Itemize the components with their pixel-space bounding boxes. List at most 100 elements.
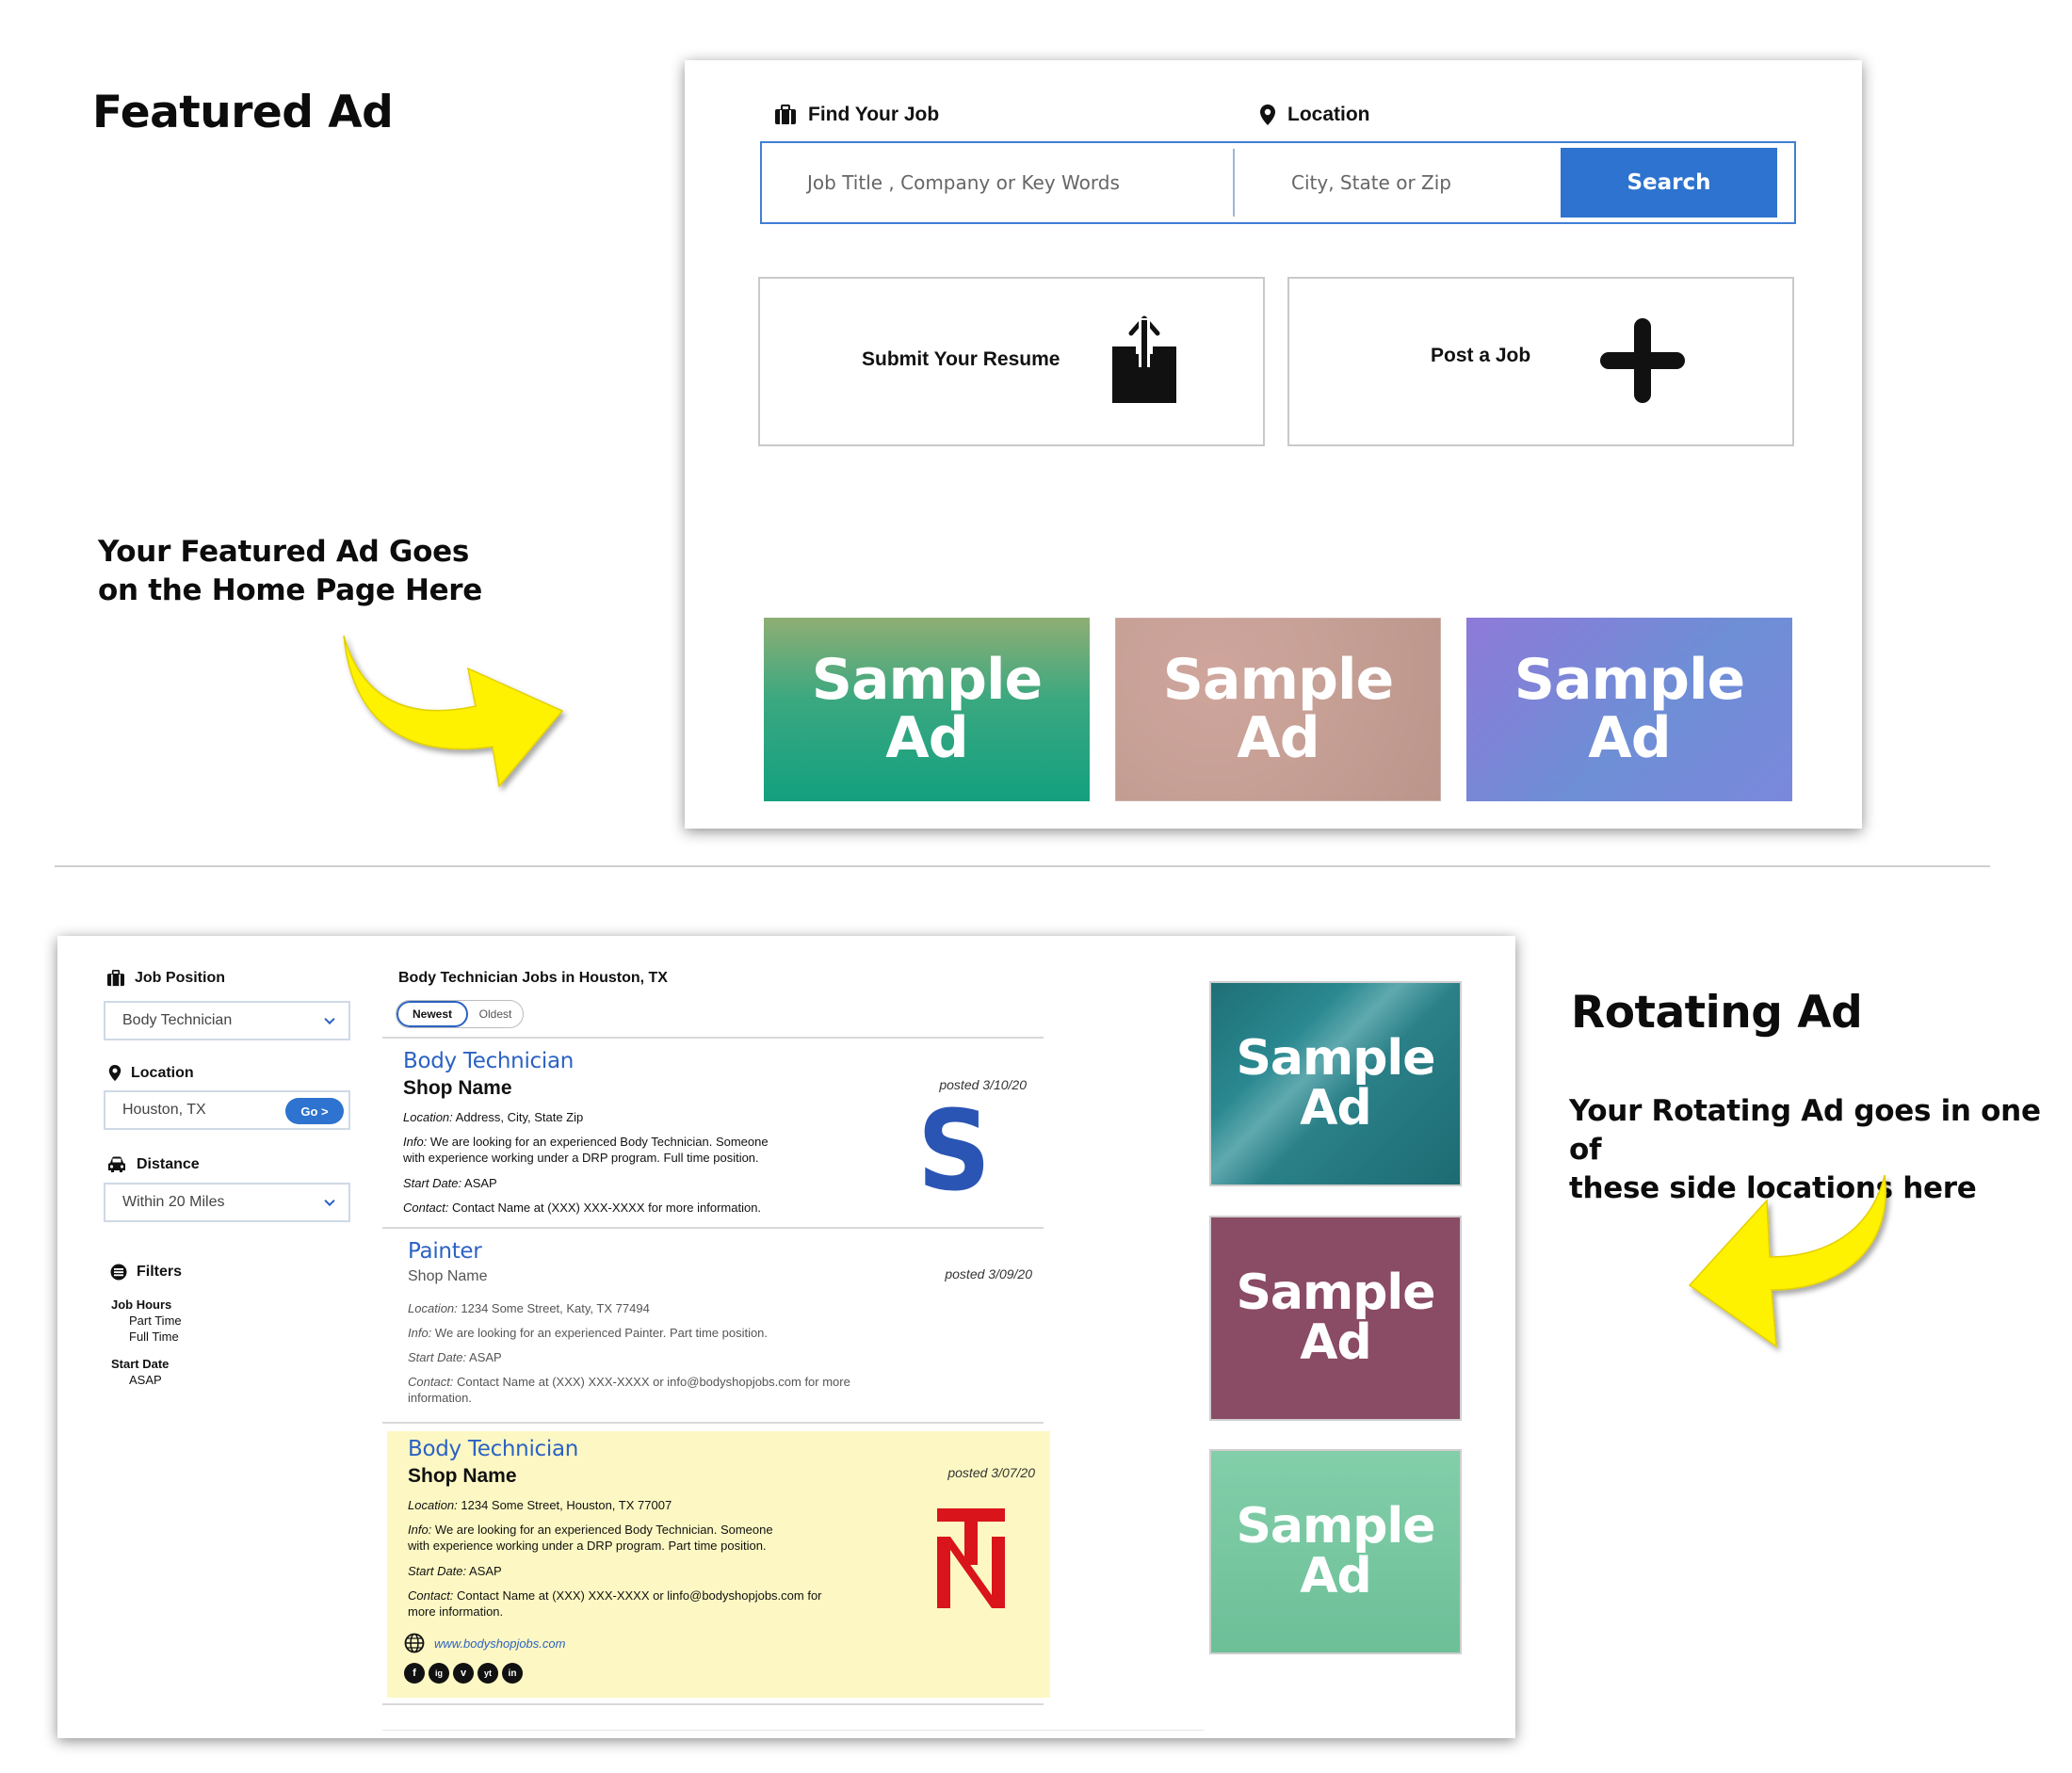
job-info: Info: We are looking for an experienced … [403, 1134, 769, 1166]
sort-oldest-button[interactable]: Oldest [468, 1001, 523, 1027]
job-title[interactable]: Painter [408, 1239, 482, 1264]
start-key: Start Date: [403, 1176, 462, 1190]
results-title: Body Technician Jobs in Houston, TX [398, 970, 668, 986]
side-ad-2[interactable]: Sample Ad [1209, 1216, 1462, 1421]
location-key: Location: [408, 1498, 458, 1512]
instagram-icon[interactable]: ig [429, 1663, 449, 1684]
posted-date: posted 3/07/20 [947, 1465, 1035, 1480]
job-title[interactable]: Body Technician [408, 1437, 578, 1461]
contact-key: Contact: [408, 1588, 454, 1603]
job-position-select[interactable]: Body Technician [104, 1001, 350, 1040]
start-value: ASAP [466, 1564, 502, 1578]
featured-ad-1[interactable]: Sample Ad [764, 618, 1090, 801]
filter-full-time[interactable]: Full Time [129, 1330, 179, 1344]
location-input[interactable]: City, State or Zip [1246, 143, 1557, 222]
job-listing-2[interactable]: Painter Shop Name posted 3/09/20 Locatio… [382, 1229, 1044, 1422]
job-listing-panel: Job Position Body Technician Location Ho… [57, 936, 1515, 1738]
job-listing-1[interactable]: Body Technician Shop Name posted 3/10/20… [382, 1039, 1044, 1227]
job-info: Info: We are looking for an experienced … [408, 1522, 773, 1554]
submit-resume-card[interactable]: Submit Your Resume [758, 277, 1265, 446]
home-search-bar: Job Title , Company or Key Words City, S… [760, 141, 1796, 224]
job-listing-3-featured[interactable]: Body Technician Shop Name posted 3/07/20… [387, 1431, 1050, 1698]
ad-text-line1: Sample [811, 647, 1043, 714]
find-your-job-text: Find Your Job [808, 104, 940, 125]
contact-text: Contact Name at (XXX) XXX-XXXX or linfo@… [453, 1588, 822, 1603]
ad-text-line1: Sample [1236, 1029, 1435, 1087]
job-divider [382, 1703, 1044, 1705]
start-date-title: Start Date [111, 1357, 170, 1371]
distance-value: Within 20 Miles [122, 1194, 225, 1210]
sidebar-location-text: Location [131, 1064, 194, 1081]
contact-key: Contact: [403, 1201, 449, 1215]
distance-select[interactable]: Within 20 Miles [104, 1183, 350, 1222]
panel-footer-line [382, 1730, 1204, 1731]
ad-text-line2: Ad [1237, 704, 1319, 771]
job-keyword-input[interactable]: Job Title , Company or Key Words [762, 143, 1233, 222]
find-your-job-label: Find Your Job [774, 104, 939, 126]
filter-icon [110, 1264, 127, 1281]
social-icons: f ig v yt in [404, 1663, 526, 1684]
filter-asap[interactable]: ASAP [129, 1373, 162, 1387]
featured-ad-3[interactable]: Sample Ad [1466, 618, 1792, 801]
globe-icon [404, 1633, 425, 1653]
job-location: Location: Address, City, State Zip [403, 1109, 583, 1125]
side-ad-3[interactable]: Sample Ad [1209, 1449, 1462, 1654]
filters-text: Filters [137, 1264, 183, 1280]
location-key: Location: [408, 1301, 458, 1315]
job-start-date: Start Date: ASAP [408, 1349, 502, 1365]
rotating-ad-heading: Rotating Ad [1571, 987, 1863, 1039]
featured-ad-2[interactable]: Sample Ad [1115, 618, 1441, 801]
info-text: We are looking for an experienced Painte… [431, 1326, 769, 1340]
ad-text-line2: Ad [1300, 1548, 1371, 1604]
start-key: Start Date: [408, 1564, 467, 1578]
job-location: Location: 1234 Some Street, Katy, TX 774… [408, 1300, 650, 1316]
twitter-icon[interactable]: v [453, 1663, 474, 1684]
search-button[interactable]: Search [1561, 148, 1777, 218]
ad-text-line1: Sample [1236, 1264, 1435, 1321]
ad-text-line1: Sample [1514, 647, 1745, 714]
job-position-text: Job Position [135, 970, 225, 986]
side-ad-1[interactable]: Sample Ad [1209, 981, 1462, 1186]
briefcase-icon [775, 105, 796, 124]
sort-newest-button[interactable]: Newest [397, 1001, 468, 1027]
location-value: 1234 Some Street, Houston, TX 77007 [457, 1498, 672, 1512]
ad-text-line2: Ad [1300, 1080, 1371, 1136]
home-page-panel: Find Your Job Location Job Title , Compa… [685, 60, 1862, 829]
featured-ad-note: Your Featured Ad Goes on the Home Page H… [98, 533, 482, 610]
shop-name: Shop Name [408, 1268, 488, 1284]
job-position-value: Body Technician [122, 1012, 233, 1028]
featured-note-line1: Your Featured Ad Goes [98, 535, 469, 569]
youtube-icon[interactable]: yt [478, 1663, 498, 1684]
ad-text-line2: Ad [885, 704, 968, 771]
job-info: Info: We are looking for an experienced … [408, 1325, 768, 1341]
job-title[interactable]: Body Technician [403, 1049, 574, 1073]
location-key: Location: [403, 1110, 453, 1124]
search-divider [1233, 149, 1235, 217]
section-divider [55, 865, 1990, 867]
map-pin-icon [1260, 105, 1275, 125]
contact-key: Contact: [408, 1375, 454, 1389]
facebook-icon[interactable]: f [404, 1663, 425, 1684]
linkedin-icon[interactable]: in [502, 1663, 523, 1684]
filter-part-time[interactable]: Part Time [129, 1314, 182, 1328]
post-job-card[interactable]: Post a Job [1287, 277, 1794, 446]
job-contact: Contact: Contact Name at (XXX) XXX-XXXX … [408, 1374, 850, 1406]
contact-line2: information. [408, 1391, 472, 1405]
car-icon [108, 1156, 125, 1172]
sidebar-location-value: Houston, TX [122, 1102, 206, 1118]
job-contact: Contact: Contact Name at (XXX) XXX-XXXX … [408, 1588, 822, 1620]
featured-note-line2: on the Home Page Here [98, 573, 483, 607]
rotating-note-line1: Your Rotating Ad goes in one of [1569, 1094, 2041, 1167]
go-button[interactable]: Go > [285, 1098, 344, 1124]
post-job-label: Post a Job [1431, 345, 1531, 366]
job-contact: Contact: Contact Name at (XXX) XXX-XXXX … [403, 1200, 761, 1216]
job-location: Location: 1234 Some Street, Houston, TX … [408, 1497, 672, 1513]
website-link-row[interactable]: www.bodyshopjobs.com [404, 1633, 565, 1653]
featured-ad-heading: Featured Ad [92, 87, 394, 138]
ad-text-line1: Sample [1162, 647, 1394, 714]
info-key: Info: [408, 1326, 432, 1340]
location-value: 1234 Some Street, Katy, TX 77494 [457, 1301, 650, 1315]
tn-logo-icon [937, 1508, 1005, 1608]
website-link[interactable]: www.bodyshopjobs.com [434, 1636, 565, 1651]
start-key: Start Date: [408, 1350, 467, 1364]
